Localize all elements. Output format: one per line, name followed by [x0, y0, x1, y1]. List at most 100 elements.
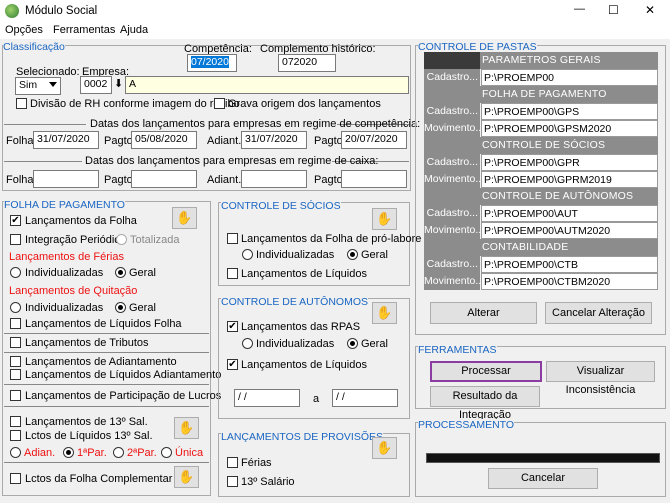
resultado-integracao-button[interactable]: Resultado da Integração — [430, 386, 540, 421]
prov-ferias-checkbox[interactable] — [227, 457, 238, 468]
complementar-checkbox[interactable] — [10, 473, 21, 484]
pastas-path-field[interactable]: P:\PROEMP00\AUTM2020 — [481, 222, 658, 239]
socios-individualizadas-radio[interactable] — [242, 249, 253, 260]
autonomos-liquidos-label: Lançamentos de Líquidos — [241, 359, 367, 371]
pastas-path-field[interactable]: P:\PROEMP00 — [481, 69, 658, 86]
maximize-button[interactable]: ☐ — [608, 3, 619, 17]
cancelar-alteracao-button[interactable]: Cancelar Alteração — [545, 302, 652, 324]
socios-liquidos-checkbox[interactable] — [227, 268, 238, 279]
pastas-path-field[interactable]: P:\PROEMP00\GPSM2020 — [481, 120, 658, 137]
grava-label: Grava origem dos lançamentos — [228, 98, 381, 110]
pastas-path-field[interactable]: P:\PROEMP00\AUT — [481, 205, 658, 222]
par1-radio[interactable] — [63, 447, 74, 458]
rpas-checkbox[interactable]: ✔ — [227, 321, 238, 332]
autonomos-individualizadas-radio[interactable] — [242, 338, 253, 349]
header-block — [424, 137, 480, 154]
hand-icon: ✋ — [176, 210, 193, 225]
provisoes-title: LANÇAMENTOS DE PROVISÕES — [221, 431, 384, 443]
socios-geral-radio[interactable] — [347, 249, 358, 260]
pagto4-date-input[interactable] — [341, 170, 407, 188]
prolabore-checkbox[interactable] — [227, 233, 238, 244]
provisoes-tool-button[interactable]: ✋ — [372, 437, 397, 459]
title-bar: Módulo Social — ☐ ✕ — [0, 0, 670, 22]
decimo-checkbox[interactable] — [10, 416, 21, 427]
tributos-checkbox[interactable] — [10, 337, 21, 348]
pastas-path-field[interactable]: P:\PROEMP00\CTBM2020 — [481, 273, 658, 290]
folha-tool-button[interactable]: ✋ — [172, 207, 197, 229]
totalizada-radio[interactable] — [116, 234, 127, 245]
participacao-checkbox[interactable] — [10, 390, 21, 401]
autonomos-individualizadas-label: Individualizadas — [256, 338, 335, 350]
socios-geral-label: Geral — [361, 249, 388, 261]
participacao-label: Lançamentos de Participação de Lucros — [25, 390, 222, 402]
ferias-individualizadas-radio[interactable] — [10, 267, 21, 278]
autonomos-geral-radio[interactable] — [347, 338, 358, 349]
ferias-title: Lançamentos de Férias — [9, 251, 124, 263]
adian-label: Adian. — [24, 447, 56, 459]
complemento-input[interactable]: 072020 — [278, 54, 336, 72]
competencia-input[interactable]: 07/2020 — [187, 54, 237, 72]
pastas-path-field[interactable]: P:\PROEMP00\GPRM2019 — [481, 171, 658, 188]
decimo-tool-button[interactable]: ✋ — [174, 417, 199, 439]
date-to-input[interactable]: / / — [332, 389, 398, 407]
menu-ajuda[interactable]: Ajuda — [120, 24, 148, 36]
pastas-row-label: Movimento... — [424, 273, 484, 290]
adiant-date-input[interactable]: 31/07/2020 — [241, 131, 307, 149]
a-label: a — [313, 393, 320, 405]
pastas-path-field[interactable]: P:\PROEMP00\CTB — [481, 256, 658, 273]
autonomos-tool-button[interactable]: ✋ — [372, 302, 397, 324]
hand-icon: ✋ — [178, 469, 195, 484]
grava-checkbox[interactable] — [214, 98, 225, 109]
liq-decimo-checkbox[interactable] — [10, 430, 21, 441]
socios-tool-button[interactable]: ✋ — [372, 208, 397, 230]
unica-radio[interactable] — [161, 447, 172, 458]
pastas-path-field[interactable]: P:\PROEMP00\GPS — [481, 103, 658, 120]
pastas-row-label: Cadastro... — [424, 256, 480, 273]
hand-icon: ✋ — [376, 440, 393, 455]
pagto3-date-input[interactable] — [131, 170, 197, 188]
processar-button[interactable]: Processar — [430, 361, 542, 382]
divisao-checkbox[interactable] — [16, 98, 27, 109]
ferias-geral-radio[interactable] — [115, 267, 126, 278]
folha2-date-input[interactable] — [33, 170, 99, 188]
folha-date-input[interactable]: 31/07/2020 — [33, 131, 99, 149]
adiantamento-checkbox[interactable] — [10, 356, 21, 367]
menu-bar: Opções Ferramentas Ajuda — [0, 22, 670, 39]
pastas-path-field[interactable]: P:\PROEMP00\GPR — [481, 154, 658, 171]
integracao-checkbox[interactable] — [10, 234, 21, 245]
empresa-name-input[interactable]: A — [125, 76, 409, 94]
pagto2-date-input[interactable]: 20/07/2020 — [341, 131, 407, 149]
par2-radio[interactable] — [113, 447, 124, 458]
alterar-button[interactable]: Alterar — [430, 302, 537, 324]
adiant2-date-input[interactable] — [241, 170, 307, 188]
minimize-button[interactable]: — — [574, 3, 585, 15]
pagto1-date-input[interactable]: 05/08/2020 — [131, 131, 197, 149]
liq-adiantamento-checkbox[interactable] — [10, 369, 21, 380]
date-from-input[interactable]: / / — [234, 389, 300, 407]
pastas-section-header: CONTABILIDADE — [424, 239, 658, 256]
prov-decimo-checkbox[interactable] — [227, 476, 238, 487]
complementar-label: Lctos da Folha Complementar — [25, 473, 173, 485]
folha-title: FOLHA DE PAGAMENTO — [4, 199, 125, 211]
pastas-list: PARAMETROS GERAIS Cadastro... P:\PROEMP00 F… — [424, 52, 658, 290]
close-button[interactable]: ✕ — [645, 3, 655, 17]
search-arrow-icon[interactable]: ⬇ — [114, 77, 123, 90]
adian-radio[interactable] — [10, 447, 21, 458]
empresa-code-input[interactable]: 0002 — [80, 76, 112, 94]
menu-opcoes[interactable]: Opções — [5, 24, 43, 36]
autonomos-liquidos-checkbox[interactable]: ✔ — [227, 359, 238, 370]
quitacao-individualizadas-radio[interactable] — [10, 302, 21, 313]
adiant2-label: Adiant.: — [207, 174, 245, 186]
visualizar-inconsistencia-button[interactable]: Visualizar Inconsistência — [546, 361, 655, 396]
liq-decimo-label: Lctos de Líquidos 13º Sal. — [25, 430, 153, 442]
prov-ferias-label: Férias — [241, 457, 272, 469]
selecionado-select[interactable]: Sim — [15, 77, 61, 95]
socios-liquidos-label: Lançamentos de Líquidos — [241, 268, 367, 280]
cancelar-button[interactable]: Cancelar — [488, 468, 598, 489]
complementar-tool-button[interactable]: ✋ — [174, 466, 199, 488]
liq-folha-checkbox[interactable] — [10, 318, 21, 329]
lanc-folha-checkbox[interactable]: ✔ — [10, 215, 21, 226]
quitacao-geral-radio[interactable] — [115, 302, 126, 313]
pastas-row: Movimento... P:\PROEMP00\CTBM2020 — [424, 273, 658, 290]
menu-ferramentas[interactable]: Ferramentas — [53, 24, 115, 36]
